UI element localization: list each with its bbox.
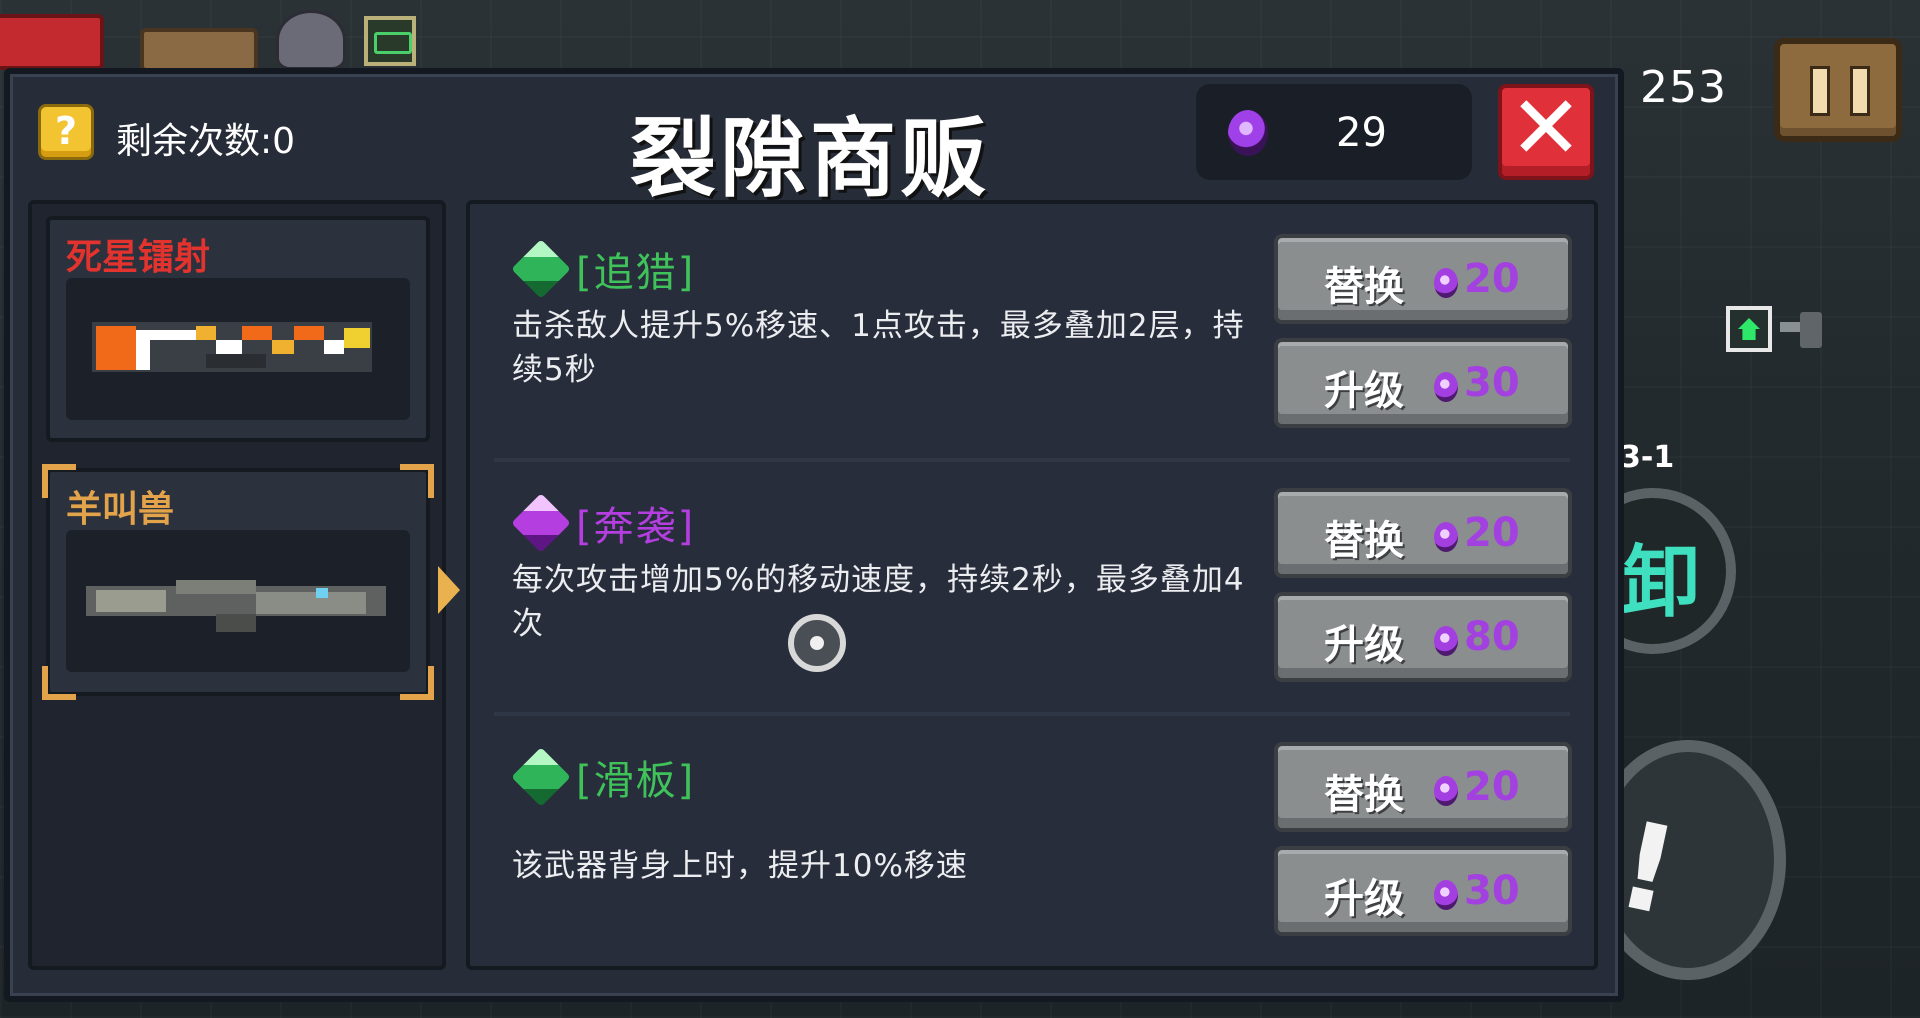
cursor-reticle-icon — [788, 614, 846, 672]
weapon-name: 死星镭射 — [66, 237, 211, 278]
weapon-slot[interactable] — [140, 28, 258, 72]
selected-arrow-icon — [438, 566, 460, 614]
game-screen: { "hud": { "score": "253", "level": "3-1… — [0, 0, 1920, 1018]
button-label: 替换 — [1324, 264, 1404, 310]
weapon-card-death-star-laser[interactable]: 死星镭射 — [46, 216, 430, 442]
mod-row: [滑板] 该武器背身上时，提升10%移速 替换 20 升级 30 — [470, 726, 1594, 980]
laser-gun-icon — [66, 278, 410, 420]
gold-counter: 253 — [1640, 62, 1727, 113]
weapon-card-goat-beast[interactable]: 羊叫兽 — [42, 464, 434, 700]
divider — [494, 712, 1570, 716]
mod-list: [追猎] 击杀敌人提升5%移速、1点攻击，最多叠加2层，持续5秒 替换 20 升… — [466, 200, 1598, 970]
pet-avatar — [276, 10, 346, 70]
purple-gem-icon — [511, 493, 571, 553]
gem-cost-icon — [1434, 776, 1458, 806]
green-gem-icon — [511, 239, 571, 299]
cost-value: 80 — [1464, 614, 1520, 660]
divider — [494, 458, 1570, 462]
gem-cost-icon — [1434, 626, 1458, 656]
button-label: 替换 — [1324, 772, 1404, 818]
gem-currency-icon — [1228, 110, 1268, 156]
green-gem-icon — [511, 747, 571, 807]
button-label: 升级 — [1324, 622, 1404, 668]
gem-cost-icon — [1434, 268, 1458, 298]
gem-cost-icon — [1434, 880, 1458, 910]
mod-description: 击杀敌人提升5%移速、1点攻击，最多叠加2层，持续5秒 — [512, 308, 1245, 388]
pause-icon — [1810, 66, 1830, 116]
minimap-corridor — [1780, 322, 1802, 332]
upgrade-button[interactable]: 升级 30 — [1274, 846, 1572, 936]
upgrade-button[interactable]: 升级 80 — [1274, 592, 1572, 682]
mod-description: 每次攻击增加5%的移动速度，持续2秒，最多叠加4次 — [512, 562, 1245, 642]
close-button[interactable]: ✕ — [1498, 84, 1594, 180]
currency-value: 29 — [1336, 110, 1387, 156]
shop-title: 裂隙商贩 — [630, 109, 990, 209]
mod-row: [追猎] 击杀敌人提升5%移速、1点攻击，最多叠加2层，持续5秒 替换 20 升… — [470, 218, 1594, 472]
button-label: 升级 — [1324, 368, 1404, 414]
cost-value: 30 — [1464, 360, 1520, 406]
upgrade-button[interactable]: 升级 30 — [1274, 338, 1572, 428]
cost-value: 30 — [1464, 868, 1520, 914]
cost-value: 20 — [1464, 510, 1520, 556]
minimap-current-room-icon — [1726, 306, 1772, 352]
cost-value: 20 — [1464, 256, 1520, 302]
weapon-name: 羊叫兽 — [66, 489, 175, 530]
rifle-icon — [66, 530, 410, 672]
gem-cost-icon — [1434, 372, 1458, 402]
mod-description: 该武器背身上时，提升10%移速 — [512, 848, 968, 884]
replace-button[interactable]: 替换 20 — [1274, 742, 1572, 832]
pause-button[interactable] — [1774, 38, 1902, 142]
mod-name: [滑板] — [576, 758, 696, 804]
button-label: 升级 — [1324, 876, 1404, 922]
skill-glyph: 卸 — [1622, 538, 1701, 628]
remaining-count: 剩余次数:0 — [116, 121, 296, 162]
replace-button[interactable]: 替换 20 — [1274, 234, 1572, 324]
mod-name: [追猎] — [576, 250, 696, 296]
mod-name: [奔袭] — [576, 504, 696, 550]
replace-button[interactable]: 替换 20 — [1274, 488, 1572, 578]
help-icon[interactable]: ? — [38, 104, 94, 160]
button-label: 替换 — [1324, 518, 1404, 564]
level-indicator: 3-1 — [1620, 440, 1675, 475]
cost-value: 20 — [1464, 764, 1520, 810]
gem-cost-icon — [1434, 522, 1458, 552]
mod-row: [奔袭] 每次攻击增加5%的移动速度，持续2秒，最多叠加4次 替换 20 升级 … — [470, 472, 1594, 726]
monitor-icon — [364, 16, 416, 66]
health-bar — [0, 14, 104, 70]
minimap-room — [1800, 312, 1822, 348]
